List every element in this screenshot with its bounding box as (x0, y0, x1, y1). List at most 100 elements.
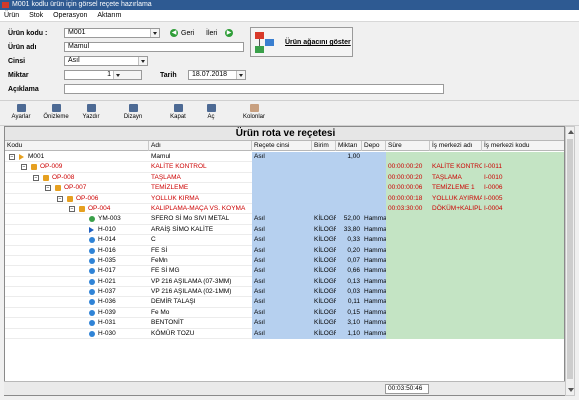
geri-button[interactable]: Geri (181, 30, 194, 37)
table-row[interactable]: − M001 Mamul Asıl 1,00 (5, 152, 564, 163)
cell-birim: KİLOGR (312, 255, 336, 267)
table-row[interactable]: − OP-008 TAŞLAMA 00:00:00:20 TAŞLAMA I-0010 (5, 172, 564, 184)
scroll-up-icon[interactable] (568, 130, 574, 134)
app-icon (2, 2, 9, 8)
menu-stok[interactable]: Stok (25, 10, 47, 22)
table-row[interactable]: H-035 FeMn AsılKİLOGR0,07Hamma (5, 255, 564, 267)
scroll-thumb[interactable] (567, 139, 573, 379)
cell-is-adi (430, 266, 482, 277)
forward-icon[interactable]: ▶ (225, 29, 233, 37)
table-row[interactable]: − OP-007 TEMİZLEME 00:00:00:06 TEMİZLEME 1 I-… (5, 183, 564, 194)
miktar-input[interactable]: 1 (64, 70, 142, 80)
table-row[interactable]: − OP-009 KALİTE KONTROL 00:00:00:20 KALİTE K… (5, 162, 564, 173)
cell-miktar (336, 172, 362, 184)
table-row[interactable]: H-039 Fe Mo AsılKİLOGR0,15Hamma (5, 307, 564, 319)
kapat-button[interactable]: Kapat (162, 104, 194, 124)
table-row[interactable]: − OP-004 KALIPLAMA-MAÇA VS. KOYMA 00:03:30:… (5, 203, 564, 215)
urun-kodu-input[interactable]: M001 (64, 28, 160, 38)
chevron-down-icon[interactable] (236, 71, 245, 79)
expand-toggle-icon[interactable]: − (57, 195, 63, 202)
table-row[interactable]: H-030 KÖMÜR TOZU AsılKİLOGR1,10Hamma (5, 328, 564, 340)
cell-sure (386, 276, 430, 288)
table-row[interactable]: H-037 VP 216 AŞILAMA (02-1MM) AsılKİLOGR0,… (5, 287, 564, 298)
chevron-down-icon[interactable] (150, 29, 159, 37)
cell-is-adi: TAŞLAMA (430, 172, 482, 184)
cell-kodu: M001 (28, 153, 45, 160)
cell-depo: Hamma (362, 318, 386, 329)
col-adi[interactable]: Adı (149, 141, 252, 151)
yazdir-button[interactable]: Yazdır (76, 104, 106, 124)
cell-adi: DEMİR TALAŞI (151, 298, 196, 306)
miktar-value: 1 (107, 71, 111, 78)
kolonlar-button[interactable]: Kolonlar (236, 104, 272, 124)
col-kodu[interactable]: Kodu (5, 141, 149, 151)
cell-sure (386, 214, 430, 225)
table-row[interactable]: H-017 FE Sİ MG AsılKİLOGR0,66Hamma (5, 266, 564, 277)
cell-recete (252, 183, 312, 194)
table-row[interactable]: H-016 FE Sİ AsılKİLOGR0,20Hamma (5, 245, 564, 256)
show-tree-button[interactable]: Ürün ağacını göster (250, 27, 353, 57)
table-row[interactable]: H-031 BENTONİT AsılKİLOGR3,10Hamma (5, 318, 564, 329)
semi-product-icon (89, 216, 95, 223)
col-sure[interactable]: Süre (386, 141, 430, 151)
menu-urun[interactable]: Ürün (0, 10, 23, 22)
onizleme-button[interactable]: Önizleme (40, 104, 72, 124)
table-row[interactable]: YM-003 SFERO Sİ Mo SIVI METAL AsılKİLOGR52… (5, 214, 564, 225)
cell-sure: 00:00:00:18 (386, 193, 430, 204)
tarih-input[interactable]: 18.07.2018 (188, 70, 246, 80)
urun-adi-label: Ürün adı (8, 44, 37, 51)
cell-depo: Hamma (362, 307, 386, 319)
cell-sure (386, 318, 430, 329)
chevron-down-icon[interactable] (138, 57, 147, 65)
back-icon[interactable]: ◀ (170, 29, 178, 37)
cell-sure (386, 224, 430, 236)
table-row[interactable]: − OP-006 YOLLUK KIRMA 00:00:00:18 YOLLUK AYI… (5, 193, 564, 204)
cell-recete: Asıl (252, 255, 312, 267)
cell-recete (252, 203, 312, 215)
col-birim[interactable]: Birim (312, 141, 336, 151)
cell-sure: 00:00:00:20 (386, 172, 430, 184)
col-is-kodu[interactable]: İş merkezi kodu (482, 141, 564, 151)
expand-toggle-icon[interactable]: − (21, 164, 27, 171)
ileri-button[interactable]: İleri (206, 30, 217, 37)
dizayn-button[interactable]: Dizayn (118, 104, 148, 124)
menu-aktarim[interactable]: Aktarım (93, 10, 125, 22)
cell-sure (386, 255, 430, 267)
col-recete[interactable]: Reçete cinsi (252, 141, 312, 151)
cell-birim: KİLOGR (312, 245, 336, 256)
ac-button[interactable]: Aç (198, 104, 224, 124)
expand-toggle-icon[interactable]: − (33, 174, 39, 181)
col-depo[interactable]: Depo (362, 141, 386, 151)
expand-toggle-icon[interactable]: − (45, 185, 51, 192)
cinsi-select[interactable]: Asıl (64, 56, 148, 66)
cell-sure: 00:03:30:00 (386, 203, 430, 215)
cell-miktar: 0,33 (336, 235, 362, 246)
expand-toggle-icon[interactable]: − (9, 154, 15, 160)
cell-adi: KALIPLAMA-MAÇA VS. KOYMA (151, 204, 246, 212)
cell-recete: Asıl (252, 328, 312, 340)
dizayn-label: Dizayn (123, 114, 143, 120)
table-row[interactable]: H-021 VP 216 AŞILAMA (07-3MM) AsılKİLOGR0,… (5, 276, 564, 288)
urun-adi-input[interactable]: Mamul (64, 42, 244, 52)
menu-operasyon[interactable]: Operasyon (49, 10, 91, 22)
col-miktar[interactable]: Miktarı (336, 141, 362, 151)
aciklama-input[interactable] (64, 84, 444, 94)
table-row[interactable]: H-010 ARAİŞ SİMO KALİTE AsılKİLOGR33,80Ham… (5, 224, 564, 236)
product-icon (19, 154, 24, 160)
cell-miktar (336, 183, 362, 194)
ayarlar-button[interactable]: Ayarlar (6, 104, 36, 124)
vertical-scrollbar[interactable] (565, 126, 575, 396)
cell-depo: Hamma (362, 297, 386, 308)
material-icon (89, 309, 95, 316)
cell-recete: Asıl (252, 287, 312, 298)
expand-toggle-icon[interactable]: − (69, 205, 75, 212)
table-row[interactable]: H-036 DEMİR TALAŞI AsılKİLOGR0,11Hamma (5, 297, 564, 308)
tarih-label: Tarih (160, 72, 177, 79)
cell-kodu: H-017 (98, 267, 116, 275)
cell-is-kodu (482, 224, 564, 236)
unit-dropdown[interactable] (113, 71, 141, 79)
table-row[interactable]: H-014 C AsılKİLOGR0,33Hamma (5, 235, 564, 246)
scroll-down-icon[interactable] (568, 388, 574, 392)
material-icon (89, 289, 95, 296)
col-is-adi[interactable]: İş merkezi adı (430, 141, 482, 151)
